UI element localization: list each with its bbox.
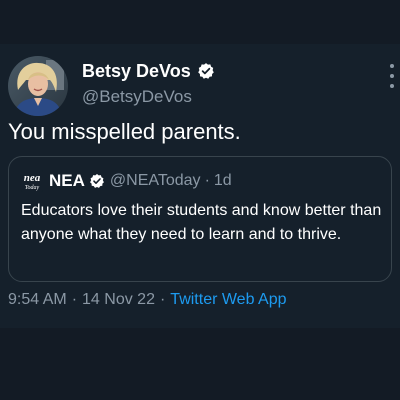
quoted-tweet[interactable]: nea Today NEA @NEAToday · 1d Educators l… [8, 156, 392, 282]
separator-dot: · [71, 291, 78, 308]
tweet-time[interactable]: 9:54 AM [8, 290, 67, 310]
author-display-name[interactable]: Betsy DeVos [82, 61, 191, 82]
more-dot [390, 74, 394, 78]
verified-badge-icon [89, 173, 105, 189]
separator-dot: · [159, 291, 166, 308]
separator-dot: · [204, 172, 210, 189]
quoted-tweet-header: nea Today NEA @NEAToday · 1d [21, 169, 232, 193]
nea-logo-text: nea [24, 172, 41, 184]
avatar[interactable] [8, 56, 68, 116]
more-dot [390, 84, 394, 88]
top-letterbox [0, 0, 400, 44]
author-handle[interactable]: @BetsyDeVos [82, 87, 192, 107]
tweet-metadata: 9:54 AM · 14 Nov 22 · Twitter Web App [8, 290, 287, 310]
author-name-row[interactable]: Betsy DeVos [82, 60, 215, 82]
nea-today-logo-icon: nea Today [21, 170, 43, 192]
quoted-display-name[interactable]: NEA [49, 171, 85, 191]
quoted-handle[interactable]: @NEAToday [110, 172, 201, 190]
tweet-card: Betsy DeVos @BetsyDeVos You misspelled p… [0, 44, 400, 328]
bottom-letterbox [0, 328, 400, 400]
more-options-icon[interactable] [388, 64, 396, 88]
tweet-date[interactable]: 14 Nov 22 [82, 290, 155, 310]
tweet-text: You misspelled parents. [8, 119, 241, 144]
more-dot [390, 64, 394, 68]
tweet-source-link[interactable]: Twitter Web App [170, 290, 286, 310]
nea-logo-subtext: Today [25, 185, 40, 191]
verified-badge-icon [197, 62, 215, 80]
quoted-tweet-text: Educators love their students and know b… [21, 202, 382, 243]
quoted-relative-time[interactable]: 1d [214, 172, 232, 190]
